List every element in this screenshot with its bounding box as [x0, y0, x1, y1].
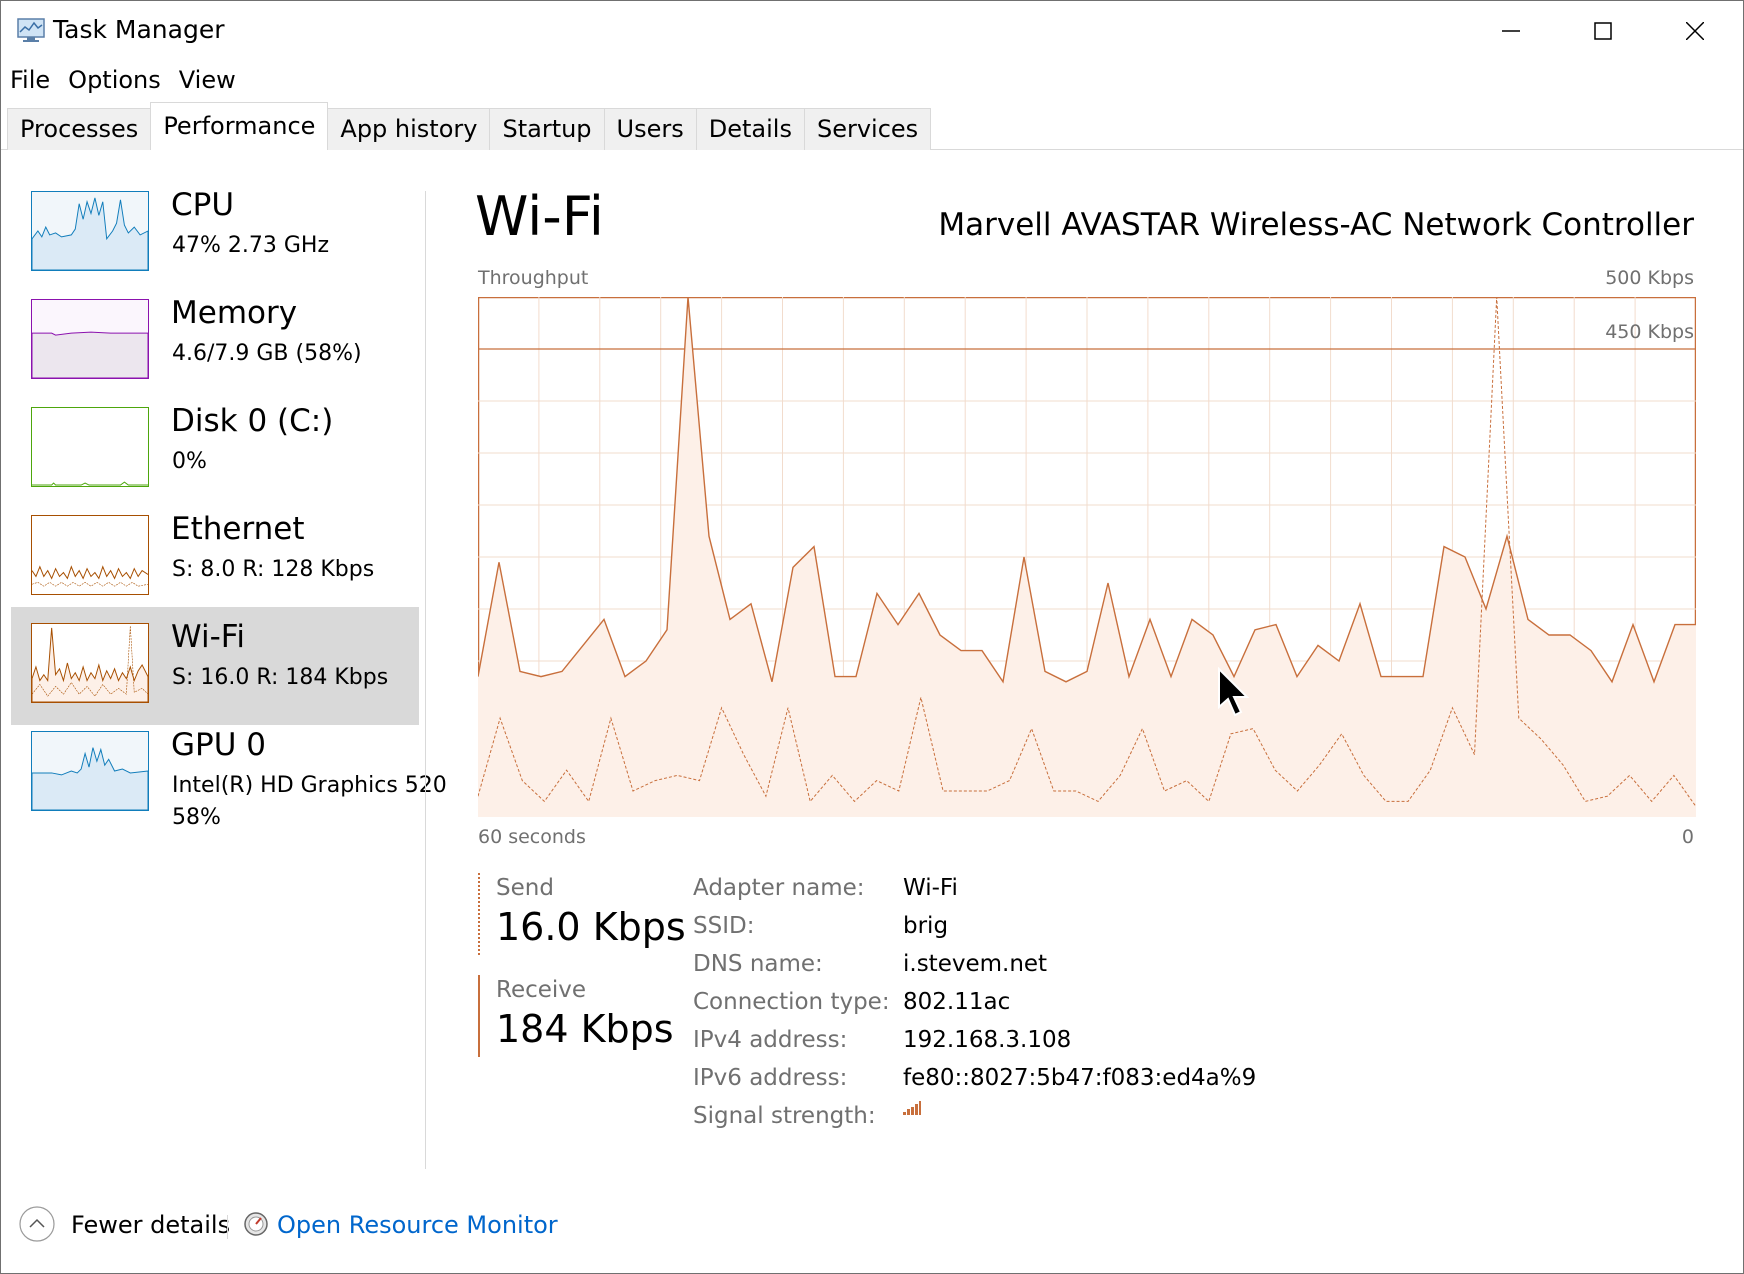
- detail-value: 802.11ac: [903, 989, 1011, 1015]
- task-manager-icon: [17, 17, 47, 43]
- tab-startup[interactable]: Startup: [489, 108, 605, 150]
- sidebar-divider: [425, 191, 426, 1169]
- detail-value: 192.168.3.108: [903, 1027, 1072, 1053]
- open-resource-monitor-link[interactable]: Open Resource Monitor: [277, 1211, 558, 1239]
- sidebar-item-cpu[interactable]: CPU 47% 2.73 GHz: [11, 175, 419, 293]
- receive-label: Receive: [496, 977, 587, 1003]
- receive-stat: Receive 184 Kbps: [478, 975, 674, 1057]
- detail-label: IPv6 address:: [693, 1065, 848, 1091]
- tab-performance[interactable]: Performance: [150, 102, 329, 150]
- sidebar-item-name: Disk 0 (C:): [171, 403, 334, 439]
- window-title: Task Manager: [53, 15, 225, 44]
- detail-value: brig: [903, 913, 949, 939]
- graph-max-label: 500 Kbps: [1605, 267, 1694, 289]
- detail-value: Wi-Fi: [903, 875, 958, 901]
- footer: Fewer details Open Resource Monitor: [1, 1201, 1743, 1251]
- sidebar-item-stat: 0%: [172, 449, 207, 474]
- send-stat: Send 16.0 Kbps: [478, 873, 686, 955]
- detail-value: fe80::8027:5b47:f083:ed4a%9: [903, 1065, 1257, 1091]
- menu-options[interactable]: Options: [59, 63, 170, 97]
- tab-app-history[interactable]: App history: [327, 108, 491, 150]
- sidebar-item-memory[interactable]: Memory 4.6/7.9 GB (58%): [11, 283, 419, 401]
- tab-services[interactable]: Services: [803, 108, 932, 150]
- disk-thumbnail-graph: [31, 407, 149, 487]
- sidebar-item-name: GPU 0: [171, 727, 266, 763]
- detail-label: DNS name:: [693, 951, 823, 977]
- ethernet-thumbnail-graph: [31, 515, 149, 595]
- throughput-chart-svg: [478, 297, 1696, 817]
- sidebar-item-stat: S: 8.0 R: 128 Kbps: [172, 557, 375, 582]
- send-value: 16.0 Kbps: [496, 905, 686, 949]
- task-manager-window: Task Manager File Options View Processes…: [0, 0, 1744, 1274]
- tab-processes[interactable]: Processes: [7, 108, 152, 150]
- detail-row-ssid: SSID: brig: [693, 913, 1593, 951]
- fewer-details-button[interactable]: Fewer details: [71, 1211, 230, 1239]
- sidebar-item-ethernet[interactable]: Ethernet S: 8.0 R: 128 Kbps: [11, 499, 419, 617]
- detail-label: IPv4 address:: [693, 1027, 848, 1053]
- menu-view[interactable]: View: [170, 63, 245, 97]
- sidebar-item-stat: Intel(R) HD Graphics 520: [172, 773, 447, 798]
- sidebar-item-name: Memory: [171, 295, 298, 331]
- menu-bar: File Options View: [1, 63, 245, 97]
- detail-label: Signal strength:: [693, 1103, 876, 1129]
- title-bar[interactable]: Task Manager: [1, 1, 1743, 61]
- x-axis-left-label: 60 seconds: [478, 826, 586, 848]
- memory-thumbnail-graph: [31, 299, 149, 379]
- performance-sidebar: CPU 47% 2.73 GHz Memory 4.6/7.9 GB (58%)…: [11, 175, 447, 875]
- sidebar-item-stat: S: 16.0 R: 184 Kbps: [172, 665, 389, 690]
- sidebar-item-gpu[interactable]: GPU 0 Intel(R) HD Graphics 520 58%: [11, 715, 447, 833]
- wifi-thumbnail-graph: [31, 623, 149, 703]
- resource-monitor-icon[interactable]: [243, 1211, 269, 1237]
- detail-label: Connection type:: [693, 989, 890, 1015]
- cpu-thumbnail-graph: [31, 191, 149, 271]
- detail-row-ipv4: IPv4 address: 192.168.3.108: [693, 1027, 1593, 1065]
- tab-details[interactable]: Details: [695, 108, 805, 150]
- menu-file[interactable]: File: [1, 63, 59, 97]
- graph-title: Throughput: [478, 267, 589, 289]
- x-axis-right-label: 0: [1681, 826, 1694, 848]
- maximize-icon: [1594, 22, 1612, 40]
- tab-bar: Processes Performance App history Startu…: [7, 102, 932, 150]
- adapter-description: Marvell AVASTAR Wireless-AC Network Cont…: [938, 207, 1694, 243]
- sidebar-item-wifi[interactable]: Wi-Fi S: 16.0 R: 184 Kbps: [11, 607, 419, 725]
- footer-separator: [227, 1215, 228, 1239]
- minimize-icon: [1502, 30, 1520, 32]
- signal-strength-icon: [903, 1095, 921, 1121]
- sidebar-item-disk[interactable]: Disk 0 (C:) 0%: [11, 391, 419, 509]
- sidebar-item-stat-secondary: 58%: [172, 805, 221, 830]
- sidebar-item-stat: 47% 2.73 GHz: [172, 233, 330, 258]
- mouse-cursor-icon: [1217, 666, 1251, 719]
- throughput-graph: [478, 297, 1696, 817]
- detail-row-dns-name: DNS name: i.stevem.net: [693, 951, 1593, 989]
- detail-label: SSID:: [693, 913, 755, 939]
- detail-row-connection-type: Connection type: 802.11ac: [693, 989, 1593, 1027]
- detail-row-signal-strength: Signal strength:: [693, 1101, 1593, 1141]
- send-label: Send: [496, 875, 554, 901]
- sidebar-item-stat: 4.6/7.9 GB (58%): [172, 341, 362, 366]
- sidebar-item-name: CPU: [171, 187, 235, 223]
- detail-row-ipv6: IPv6 address: fe80::8027:5b47:f083:ed4a%…: [693, 1065, 1593, 1103]
- adapter-details: Adapter name: Wi-Fi SSID: brig DNS name:…: [693, 875, 1593, 1141]
- chevron-up-icon[interactable]: [19, 1206, 55, 1242]
- gpu-thumbnail-graph: [31, 731, 149, 811]
- sidebar-item-name: Ethernet: [171, 511, 305, 547]
- receive-value: 184 Kbps: [496, 1007, 674, 1051]
- close-icon: [1686, 22, 1704, 40]
- minimize-button[interactable]: [1465, 1, 1557, 61]
- tab-users[interactable]: Users: [603, 108, 697, 150]
- graph-scale-label: 450 Kbps: [1605, 321, 1694, 343]
- close-button[interactable]: [1649, 1, 1741, 61]
- page-title: Wi-Fi: [475, 185, 604, 248]
- detail-label: Adapter name:: [693, 875, 865, 901]
- maximize-button[interactable]: [1557, 1, 1649, 61]
- detail-row-adapter-name: Adapter name: Wi-Fi: [693, 875, 1593, 913]
- detail-value: i.stevem.net: [903, 951, 1048, 977]
- sidebar-item-name: Wi-Fi: [171, 619, 245, 655]
